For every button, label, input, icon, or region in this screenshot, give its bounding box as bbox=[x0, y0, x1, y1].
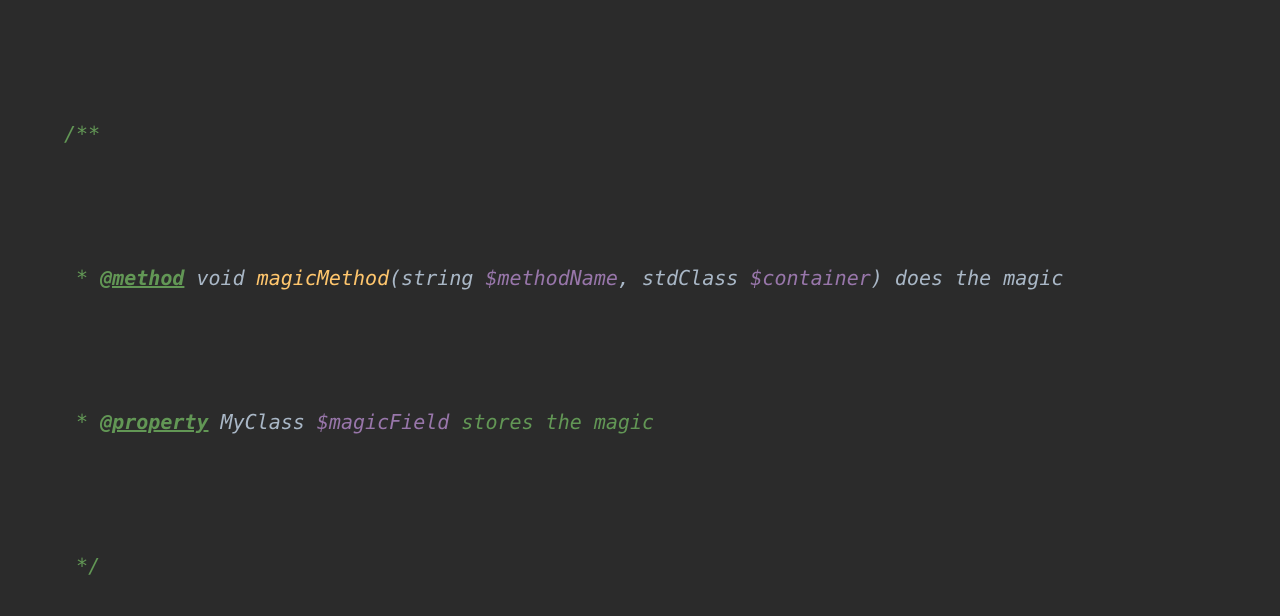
code-line: * @method void magicMethod(string $metho… bbox=[24, 260, 1280, 296]
code-line: * @property MyClass $magicField stores t… bbox=[24, 404, 1280, 440]
doc-tag-property: @property bbox=[100, 410, 208, 434]
docblock-close: */ bbox=[64, 554, 100, 578]
doc-tag-method: @method bbox=[100, 266, 184, 290]
code-line: */ bbox=[24, 548, 1280, 584]
code-line: /** bbox=[24, 116, 1280, 152]
doc-method-name: magicMethod bbox=[257, 266, 389, 290]
code-editor[interactable]: /** * @method void magicMethod(string $m… bbox=[0, 0, 1280, 616]
doc-property-name: $magicField bbox=[317, 410, 449, 434]
docblock-open: /** bbox=[64, 122, 100, 146]
doc-param: $methodName bbox=[485, 266, 617, 290]
doc-param: $container bbox=[750, 266, 870, 290]
